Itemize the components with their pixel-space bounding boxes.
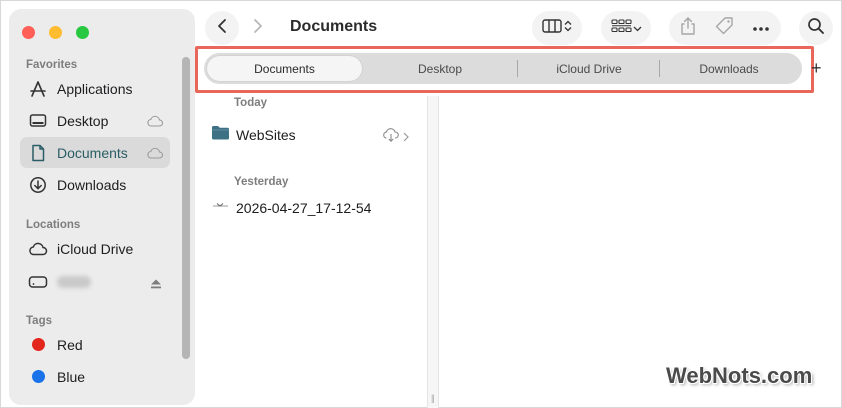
cloud-icon: [146, 146, 164, 164]
sidebar-item-external-drive[interactable]: [20, 266, 170, 297]
group-grid-icon: [610, 18, 633, 38]
chevron-right-icon: [252, 18, 264, 39]
tab-downloads[interactable]: Downloads: [662, 56, 796, 81]
applications-icon: [28, 79, 48, 99]
cloud-download-icon[interactable]: [382, 128, 400, 147]
chevron-updown-icon: [564, 19, 572, 37]
sidebar-item-label: Documents: [57, 144, 128, 161]
sidebar-section-tags: Tags: [26, 315, 52, 327]
share-icon[interactable]: [680, 16, 696, 41]
sidebar-item-applications[interactable]: Applications: [20, 73, 170, 104]
sidebar-item-documents[interactable]: Documents: [20, 137, 170, 168]
sidebar-section-locations: Locations: [26, 219, 81, 231]
close-window-button[interactable]: [22, 26, 35, 39]
document-icon: [28, 143, 48, 163]
column-view-icon: [542, 18, 564, 38]
back-button[interactable]: [205, 11, 239, 45]
redacted-drive-name: [57, 275, 91, 288]
tag-icon[interactable]: [714, 16, 734, 41]
sidebar-item-label: Blue: [57, 368, 86, 385]
chevron-left-icon: [216, 18, 228, 39]
add-tab-button[interactable]: +: [811, 58, 822, 78]
red-tag-icon: [32, 338, 45, 351]
icloud-icon: [28, 239, 48, 259]
tab-documents[interactable]: Documents: [207, 56, 362, 81]
column-resize-handle[interactable]: ||: [431, 393, 435, 403]
tab-icloud-drive[interactable]: iCloud Drive: [520, 56, 658, 81]
actions-group: [669, 11, 781, 45]
file-name: 2026-04-27_17-12-54: [236, 200, 372, 216]
search-button[interactable]: [799, 11, 833, 45]
sidebar-section-favorites: Favorites: [26, 59, 78, 71]
sidebar-item-desktop[interactable]: Desktop: [20, 105, 170, 136]
sidebar-item-label: Downloads: [57, 176, 127, 193]
sidebar-item-icloud-drive[interactable]: iCloud Drive: [20, 233, 170, 264]
file-thumbnail-icon: [211, 199, 230, 217]
cloud-icon: [146, 114, 164, 132]
group-button[interactable]: [601, 11, 651, 45]
file-name: WebSites: [236, 127, 296, 143]
downloads-icon: [28, 175, 48, 195]
eject-icon[interactable]: [150, 276, 162, 294]
finder-window: Favorites Applications Desktop Documents: [0, 0, 842, 408]
group-header-yesterday: Yesterday: [234, 176, 289, 188]
sidebar-item-label: Desktop: [57, 112, 109, 129]
list-item[interactable]: WebSites: [211, 123, 419, 147]
sidebar-item-label: Red: [57, 336, 83, 353]
sidebar-item-tag-blue[interactable]: Blue: [20, 361, 170, 392]
tab-desktop[interactable]: Desktop: [366, 56, 514, 81]
search-icon: [807, 17, 825, 40]
forward-button[interactable]: [241, 11, 275, 45]
tab-divider: [517, 60, 518, 77]
tab-bar: Documents Desktop iCloud Drive Downloads: [204, 53, 802, 84]
group-header-today: Today: [234, 97, 268, 109]
view-mode-button[interactable]: [532, 11, 582, 45]
tab-divider: [659, 60, 660, 77]
sidebar-item-downloads[interactable]: Downloads: [20, 169, 170, 200]
chevron-right-icon: [403, 129, 409, 147]
chevron-down-icon: [633, 19, 642, 37]
watermark-logo: WebNots.com: [666, 363, 813, 388]
window-title: Documents: [290, 18, 378, 35]
sidebar-item-tag-red[interactable]: Red: [20, 329, 170, 360]
list-item[interactable]: 2026-04-27_17-12-54: [211, 196, 419, 220]
column-divider[interactable]: [427, 96, 439, 408]
sidebar-item-label: iCloud Drive: [57, 240, 134, 257]
minimize-window-button[interactable]: [49, 26, 62, 39]
drive-icon: [28, 272, 48, 292]
sidebar: Favorites Applications Desktop Documents: [9, 9, 195, 405]
zoom-window-button[interactable]: [76, 26, 89, 39]
blue-tag-icon: [32, 370, 45, 383]
ellipsis-icon[interactable]: [752, 19, 770, 37]
folder-icon: [211, 125, 230, 145]
sidebar-scrollbar[interactable]: [182, 57, 190, 359]
sidebar-item-label: Applications: [57, 80, 133, 97]
desktop-icon: [28, 111, 48, 131]
